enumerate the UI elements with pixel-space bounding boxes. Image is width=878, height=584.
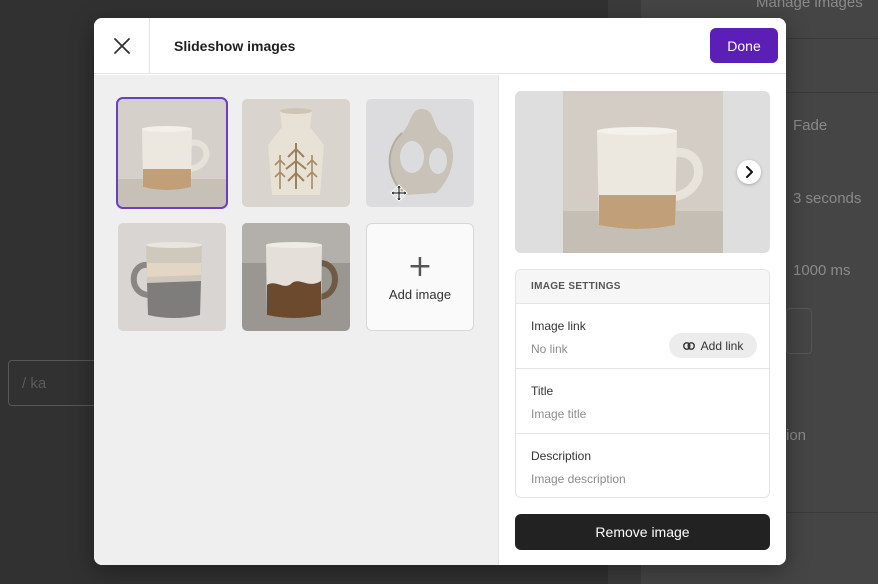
image-grid-panel: + Add image	[94, 75, 499, 565]
description-label: Description	[531, 449, 592, 463]
image-settings-heading: IMAGE SETTINGS	[516, 270, 769, 304]
tree-vase-image	[242, 99, 350, 207]
gray-striped-mug-image	[118, 223, 226, 331]
thumbnail-speckled-mug[interactable]	[116, 97, 228, 209]
background-duration-value: 3 seconds	[793, 190, 862, 207]
background-block-box	[8, 360, 98, 406]
description-input[interactable]: Image description	[531, 472, 754, 486]
add-link-label: Add link	[700, 338, 744, 353]
background-partial-label: ion	[786, 427, 807, 444]
knot-sculpture-image	[366, 99, 474, 207]
add-image-label: Add image	[388, 286, 452, 302]
remove-image-button[interactable]: Remove image	[515, 514, 770, 550]
add-image-button[interactable]: + Add image	[366, 223, 474, 331]
title-label: Title	[531, 384, 554, 398]
modal-title: Slideshow images	[174, 38, 296, 54]
move-cursor-icon	[390, 184, 408, 202]
close-icon	[113, 38, 130, 54]
background-manage-images: Manage images	[756, 0, 863, 11]
chevron-right-icon	[746, 166, 753, 178]
image-settings-card: IMAGE SETTINGS Image link No link Add li…	[515, 269, 770, 498]
speckled-mug-image	[118, 99, 226, 207]
thumbnail-tree-vase[interactable]	[242, 99, 350, 207]
modal-header: Slideshow images Done	[94, 18, 786, 74]
add-link-button[interactable]: Add link	[669, 333, 757, 358]
close-button[interactable]	[94, 18, 150, 74]
title-input[interactable]: Image title	[531, 407, 754, 421]
image-link-field: Image link No link Add link	[516, 304, 769, 369]
link-icon	[682, 341, 695, 350]
slideshow-images-modal: Slideshow images Done + Add image IMAGE …	[94, 18, 786, 565]
done-button[interactable]: Done	[710, 28, 778, 63]
preview-mug-image	[563, 91, 723, 253]
brown-drip-mug-image	[242, 223, 350, 331]
preview-next-button[interactable]	[737, 160, 761, 184]
description-field[interactable]: Description Image description	[516, 434, 769, 497]
thumbnail-knot-sculpture[interactable]	[366, 99, 474, 207]
background-speed-value: 1000 ms	[793, 262, 851, 279]
thumbnail-brown-drip-mug[interactable]	[242, 223, 350, 331]
thumbnail-gray-striped-mug[interactable]	[118, 223, 226, 331]
background-field-box	[786, 308, 812, 354]
background-transition-value: Fade	[793, 117, 828, 134]
image-link-label: Image link	[531, 319, 586, 333]
image-preview	[515, 91, 770, 253]
image-settings-panel: IMAGE SETTINGS Image link No link Add li…	[499, 75, 786, 565]
title-field[interactable]: Title Image title	[516, 369, 769, 434]
plus-icon: +	[407, 248, 433, 284]
